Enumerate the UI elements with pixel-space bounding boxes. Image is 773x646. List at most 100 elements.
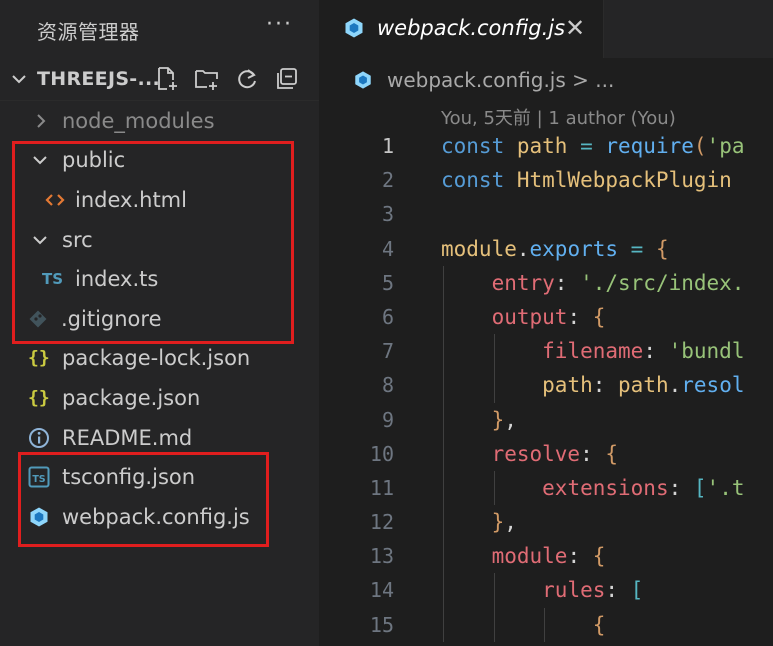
line-number: 7 — [381, 339, 394, 364]
code-token: : — [567, 304, 593, 329]
tree-item-label: .gitignore — [61, 306, 162, 331]
indent-guide — [493, 573, 495, 608]
explorer-actions — [154, 66, 300, 92]
collapse-all-icon[interactable] — [274, 66, 300, 92]
close-icon[interactable]: ✕ — [565, 14, 585, 42]
code-line[interactable]: const path = require('pa — [441, 129, 773, 163]
indent-guide — [443, 607, 444, 642]
code-line[interactable]: }, — [441, 402, 773, 437]
tree-item-package-lock-json[interactable]: {} package-lock.json — [0, 339, 319, 379]
indent-guide — [443, 573, 444, 608]
code-token: ( — [693, 134, 707, 158]
editor-area: webpack.config.js ✕ webpack.config.js > … — [319, 0, 773, 646]
line-number: 8 — [381, 373, 394, 398]
chevron-down-icon[interactable] — [10, 70, 28, 88]
webpack-file-icon — [345, 18, 363, 38]
code-line[interactable] — [441, 197, 773, 231]
explorer-sidebar: 资源管理器 ··· THREEJS-... node_modules publi… — [0, 0, 319, 646]
code-token: const — [441, 168, 517, 193]
code-line[interactable]: extensions: ['.t — [441, 470, 773, 506]
tree-item-gitignore[interactable]: .gitignore — [0, 299, 319, 339]
code-line[interactable]: output: { — [441, 299, 773, 335]
explorer-title: 资源管理器 — [37, 20, 140, 44]
webpack-file-icon — [28, 506, 50, 528]
chevron-down-icon — [31, 232, 49, 248]
tree-item-public[interactable]: public — [0, 141, 319, 181]
webpack-file-icon — [355, 71, 371, 89]
tree-item-node-modules[interactable]: node_modules — [0, 101, 319, 141]
tab-webpack-config-js[interactable]: webpack.config.js ✕ — [319, 0, 604, 58]
tree-item-webpack-config-js[interactable]: webpack.config.js — [0, 497, 319, 537]
code-token: = — [567, 134, 606, 158]
code-token: : — [643, 339, 669, 364]
code-token: entry — [491, 270, 555, 295]
refresh-icon[interactable] — [234, 66, 260, 92]
code-token: path — [516, 134, 568, 158]
code-token: HtmlWebpackPlugin — [516, 168, 732, 193]
code-token: = — [618, 236, 656, 261]
line-number: 2 — [381, 168, 394, 193]
code-line[interactable]: path: path.resol — [441, 368, 773, 403]
code-token: filename — [542, 339, 644, 364]
line-number: 1 — [381, 134, 394, 158]
code-line[interactable]: resolve: { — [441, 436, 773, 471]
tree-item-index-html[interactable]: index.html — [0, 180, 319, 220]
tree-item-label: README.md — [62, 425, 193, 450]
tree-item-index-ts[interactable]: TS index.ts — [0, 259, 319, 299]
code-content[interactable]: const path = require('pa const HtmlWebpac… — [441, 129, 773, 642]
code-token: extensions — [542, 475, 669, 500]
code-token: require — [605, 134, 694, 158]
code-token: { — [655, 236, 669, 261]
tree-item-label: index.ts — [75, 267, 159, 292]
project-header[interactable]: THREEJS-... — [0, 58, 319, 101]
tab-bar: webpack.config.js ✕ — [319, 0, 773, 58]
indent-guide — [493, 368, 495, 403]
indent-guide — [443, 505, 444, 540]
code-token: { — [592, 612, 606, 637]
new-folder-icon[interactable] — [194, 66, 220, 92]
indent-guide — [493, 470, 495, 506]
code-line[interactable]: }, — [441, 505, 773, 540]
code-token: '.t — [706, 475, 745, 500]
code-token: . — [668, 373, 682, 398]
line-number: 10 — [369, 441, 394, 466]
code-token: exports — [529, 236, 619, 261]
tree-item-label: index.html — [75, 187, 187, 212]
code-token: 'bundl — [668, 339, 745, 364]
line-number: 11 — [369, 475, 394, 500]
breadcrumb[interactable]: webpack.config.js > ... — [319, 58, 773, 102]
line-number: 9 — [381, 407, 394, 432]
code-line[interactable]: rules: [ — [441, 573, 773, 608]
vscode-window: 资源管理器 ··· THREEJS-... node_modules publi… — [0, 0, 773, 646]
code-line[interactable]: module: { — [441, 539, 773, 574]
code-line[interactable]: { — [441, 607, 773, 642]
codelens-author[interactable]: You, 5天前 | 1 author (You) — [441, 104, 676, 130]
code-token: path — [542, 373, 593, 398]
code-line[interactable]: filename: 'bundl — [441, 334, 773, 369]
code-token: path — [618, 373, 669, 398]
code-line[interactable]: entry: './src/index. — [441, 265, 773, 300]
tree-item-label: package.json — [62, 385, 201, 410]
code-line[interactable]: const HtmlWebpackPlugin — [441, 163, 773, 197]
code-token: : — [580, 441, 606, 466]
tree-item-src[interactable]: src — [0, 220, 319, 260]
indent-guide — [443, 436, 444, 471]
git-file-icon — [28, 309, 48, 329]
breadcrumb-label: webpack.config.js > ... — [387, 68, 615, 92]
tree-item-package-json[interactable]: {} package.json — [0, 378, 319, 418]
tree-item-tsconfig-json[interactable]: TS tsconfig.json — [0, 457, 319, 497]
indent-guide — [443, 539, 444, 574]
line-number: 12 — [369, 510, 394, 535]
code-token: { — [592, 304, 606, 329]
tree-item-readme-md[interactable]: README.md — [0, 418, 319, 458]
more-actions-icon[interactable]: ··· — [266, 12, 293, 37]
new-file-icon[interactable] — [154, 66, 180, 92]
code-line[interactable]: module.exports = { — [441, 232, 773, 266]
